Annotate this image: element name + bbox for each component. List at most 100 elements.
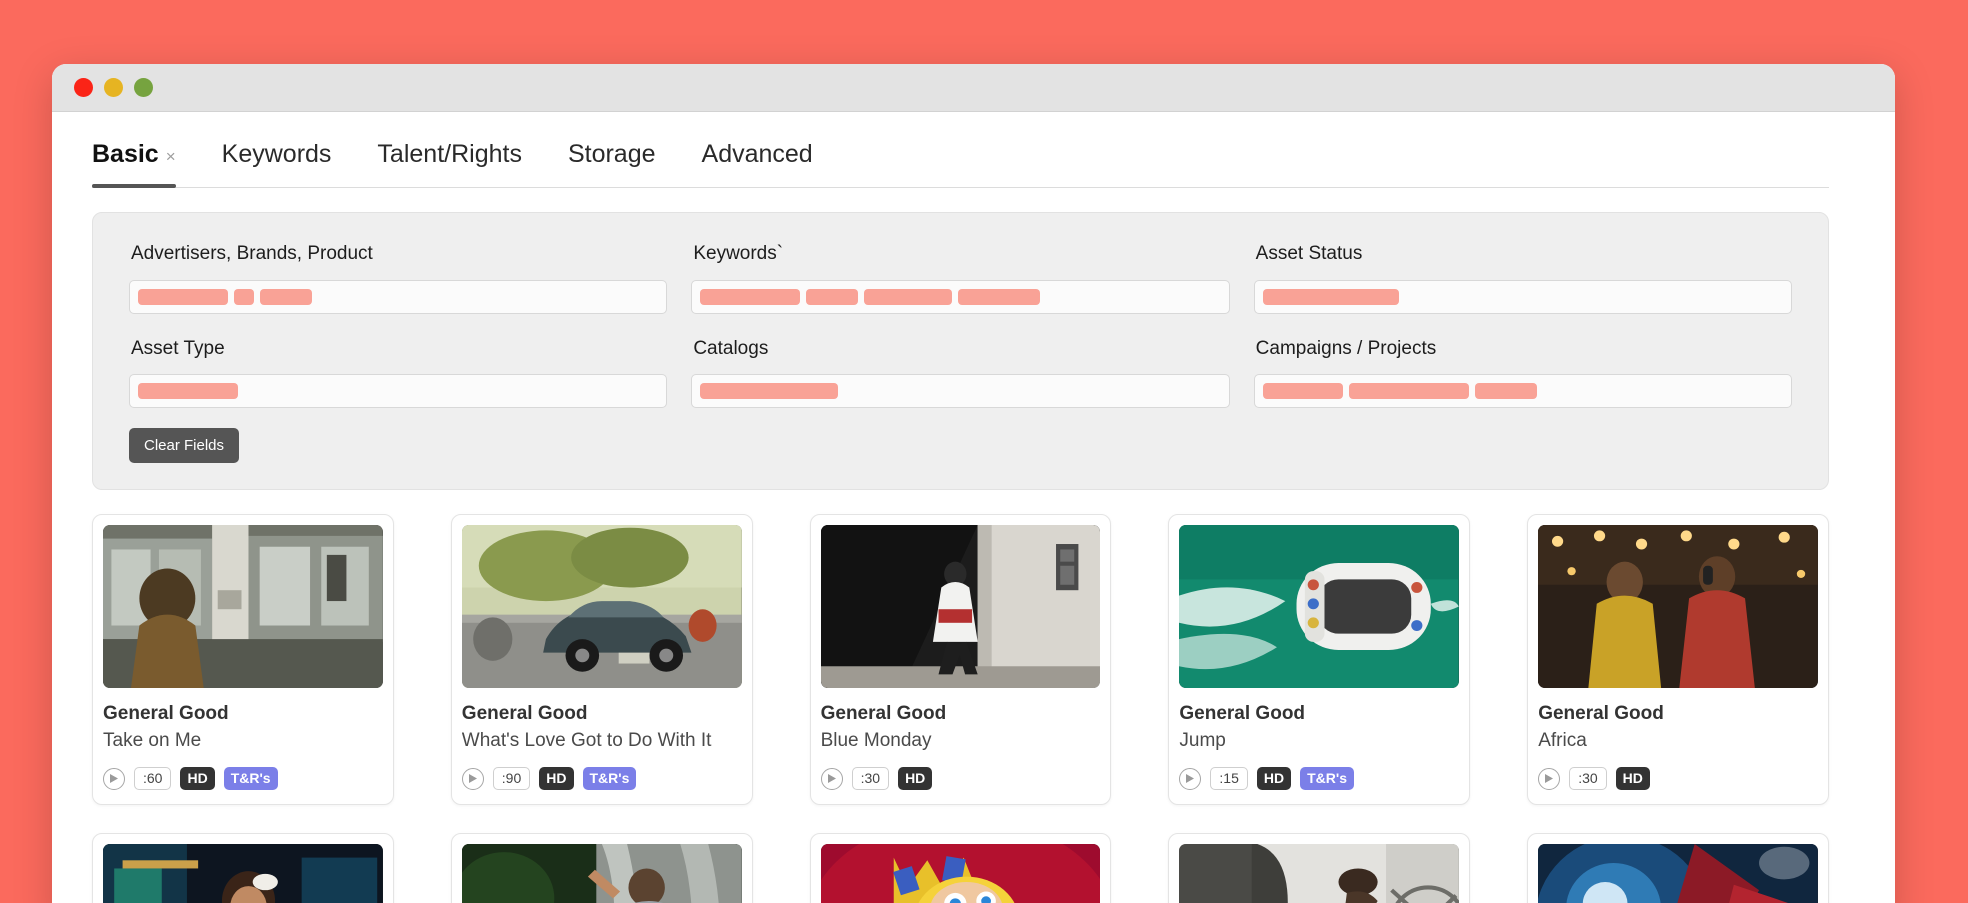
redacted-value-chip — [234, 288, 254, 305]
asset-card[interactable] — [1168, 833, 1471, 903]
asset-title: General Good — [820, 703, 947, 725]
asset-subtitle: Blue Monday — [820, 730, 932, 752]
asset-card[interactable] — [809, 833, 1112, 903]
play-icon[interactable] — [820, 767, 843, 790]
asset-card[interactable]: General Good Jump :15 HD T&R's — [1168, 514, 1471, 806]
filter-grid: Advertisers, Brands, Product Keywords` Ass… — [129, 235, 1792, 418]
hd-badge: HD — [1256, 766, 1292, 791]
redacted-value-chip — [1262, 288, 1399, 305]
play-icon[interactable] — [1179, 767, 1202, 790]
asset-subtitle: Jump — [1179, 730, 1226, 752]
filter-panel: Advertisers, Brands, Product Keywords` Ass… — [92, 212, 1829, 491]
asset-title: General Good — [1538, 703, 1664, 725]
tab-bar: Basic × Keywords Talent/Rights Storage A… — [92, 112, 1829, 188]
field-input-campaigns-projects[interactable] — [1253, 374, 1792, 409]
asset-thumbnail-girl-birthday-cake[interactable] — [103, 844, 383, 903]
field-input-catalogs[interactable] — [691, 374, 1230, 409]
asset-card[interactable]: General Good Take on Me :60 HD T&R's — [92, 514, 394, 806]
tab-talent-rights-label: Talent/Rights — [377, 140, 522, 168]
field-label-catalogs: Catalogs — [693, 337, 769, 359]
hd-badge: HD — [1615, 766, 1650, 791]
asset-thumbnail-two-men-string-lights[interactable] — [1538, 525, 1818, 689]
asset-badge-row: :30 HD — [1538, 766, 1818, 794]
terms-rights-badge: T&R's — [582, 766, 637, 791]
tab-advanced[interactable]: Advanced — [679, 140, 836, 187]
tab-basic-label: Basic — [92, 140, 159, 168]
tab-keywords[interactable]: Keywords — [199, 140, 355, 187]
asset-thumbnail-boat-aerial-wake[interactable] — [1179, 525, 1460, 689]
close-icon[interactable]: × — [166, 147, 176, 167]
asset-thumbnail-blue-red-abstract-light[interactable] — [1538, 844, 1818, 903]
redacted-value-chip — [1348, 383, 1469, 400]
asset-card[interactable] — [1527, 833, 1829, 903]
redacted-value-chip — [700, 288, 801, 305]
play-icon[interactable] — [461, 767, 484, 790]
asset-badge-row: :60 HD T&R's — [103, 766, 383, 794]
redacted-value-chip — [958, 288, 1041, 305]
tab-keywords-label: Keywords — [221, 140, 332, 168]
tab-basic[interactable]: Basic × — [92, 140, 199, 188]
field-label-asset-status: Asset Status — [1255, 243, 1363, 264]
terms-rights-badge: T&R's — [1300, 766, 1354, 791]
play-icon[interactable] — [103, 767, 125, 790]
hd-badge: HD — [180, 766, 215, 791]
duration-badge: :30 — [851, 766, 890, 791]
asset-thumbnail-sports-car-street[interactable] — [461, 525, 742, 689]
window-titlebar — [52, 64, 1895, 112]
field-input-asset-type[interactable] — [129, 374, 668, 409]
field-label-asset-type: Asset Type — [131, 337, 225, 359]
asset-thumbnail-subway-commuter[interactable] — [103, 525, 383, 689]
hd-badge: HD — [898, 766, 933, 791]
field-input-advertisers-brands-product[interactable] — [129, 279, 668, 314]
terms-rights-badge: T&R's — [223, 766, 278, 791]
tab-talent-rights[interactable]: Talent/Rights — [354, 140, 545, 187]
duration-badge: :15 — [1210, 766, 1248, 791]
redacted-value-chip — [260, 288, 312, 305]
duration-badge: :60 — [134, 766, 172, 791]
results-grid: General Good Take on Me:60 HD T&R's General … — [92, 514, 1829, 903]
redacted-value-chip — [864, 288, 953, 305]
asset-title: General Good — [461, 703, 588, 725]
app-window: Basic × Keywords Talent/Rights Storage A… — [52, 64, 1895, 903]
asset-badge-row: :90 HD T&R's — [461, 766, 742, 794]
asset-thumbnail-woman-walking-wall[interactable] — [820, 525, 1101, 689]
field-label-advertisers-brands-product: Advertisers, Brands, Product — [131, 243, 373, 264]
asset-title: General Good — [103, 703, 229, 725]
asset-thumbnail-father-child-waterfall[interactable] — [461, 844, 742, 903]
asset-subtitle: Africa — [1538, 730, 1587, 752]
asset-card[interactable] — [450, 833, 753, 903]
redacted-value-chip — [138, 383, 238, 400]
tab-storage-label: Storage — [567, 140, 656, 168]
field-input-keywords[interactable] — [691, 279, 1230, 314]
asset-card[interactable] — [92, 833, 394, 903]
asset-card[interactable]: General Good Blue Monday :30 HD — [809, 514, 1112, 806]
tab-advanced-label: Advanced — [701, 140, 813, 168]
asset-badge-row: :30 HD — [820, 766, 1101, 794]
redacted-value-chip — [806, 288, 859, 305]
redacted-value-chip — [700, 383, 839, 400]
redacted-value-chip — [138, 288, 228, 305]
redacted-value-chip — [1474, 383, 1537, 400]
field-label-campaigns-projects: Campaigns / Projects — [1255, 337, 1437, 359]
window-content: Basic × Keywords Talent/Rights Storage A… — [52, 112, 1895, 903]
window-minimize-button[interactable] — [104, 78, 123, 97]
asset-thumbnail-pouring-coffee-bike[interactable] — [1179, 844, 1460, 903]
clear-fields-button[interactable]: Clear Fields — [129, 428, 240, 464]
asset-card[interactable]: General Good Africa :30 HD — [1527, 514, 1829, 806]
asset-title: General Good — [1179, 703, 1306, 725]
asset-badge-row: :15 HD T&R's — [1179, 766, 1459, 794]
asset-subtitle: What's Love Got to Do With It — [461, 730, 712, 752]
play-icon[interactable] — [1538, 767, 1561, 790]
duration-badge: :90 — [492, 766, 531, 791]
hd-badge: HD — [539, 766, 574, 791]
tab-storage[interactable]: Storage — [545, 140, 679, 187]
field-label-keywords: Keywords` — [693, 243, 784, 264]
window-close-button[interactable] — [74, 78, 93, 97]
asset-card[interactable]: General Good What's Love Got to Do With I… — [450, 514, 753, 806]
field-input-asset-status[interactable] — [1253, 279, 1792, 314]
window-maximize-button[interactable] — [134, 78, 153, 97]
redacted-value-chip — [1262, 383, 1343, 400]
duration-badge: :30 — [1569, 766, 1607, 791]
asset-thumbnail-cartoon-king-red[interactable] — [820, 844, 1101, 903]
asset-subtitle: Take on Me — [103, 730, 202, 752]
